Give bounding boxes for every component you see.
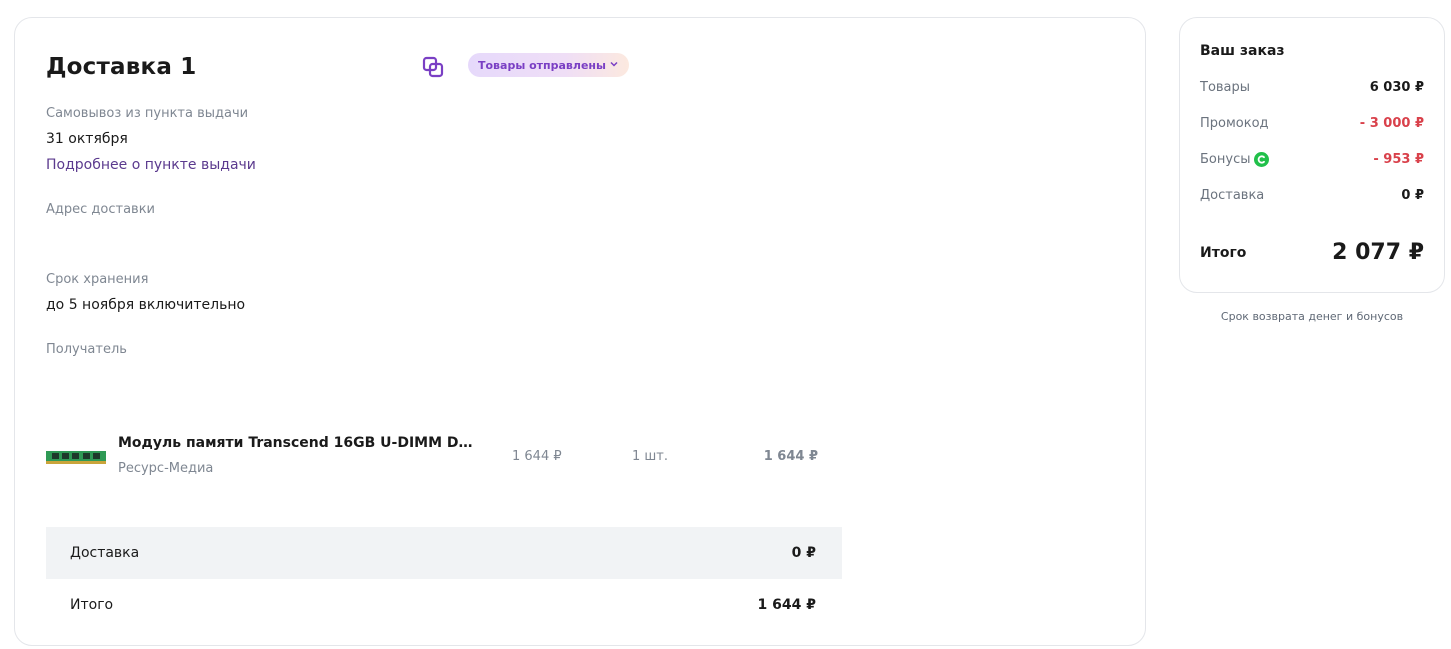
order-total-row: Итого 2 077 ₽ [1200, 240, 1424, 265]
product-image[interactable] [46, 449, 106, 465]
pickup-point-link[interactable]: Подробнее о пункте выдачи [46, 157, 256, 173]
product-sum: 1 644 ₽ [763, 449, 818, 464]
storage-value: до 5 ноября включительно [46, 297, 246, 313]
delivery-cost-label: Доставка [70, 545, 140, 561]
order-title: Ваш заказ [1200, 43, 1285, 59]
order-summary-card: Ваш заказ Товары 6 030 ₽ Промокод - 3 00… [1179, 17, 1445, 293]
storage-label: Срок хранения [46, 272, 149, 287]
delivery-total-label: Итого [70, 597, 114, 613]
order-row-label-wrap: Бонусы [1200, 152, 1270, 167]
order-row-label: Промокод [1200, 116, 1269, 131]
copy-icon[interactable] [421, 55, 445, 79]
product-price: 1 644 ₽ [512, 449, 562, 464]
delivery-total-value: 1 644 ₽ [757, 597, 816, 613]
order-row-value: 0 ₽ [1401, 188, 1424, 203]
address-label: Адрес доставки [46, 202, 156, 217]
order-row-promocode: Промокод - 3 000 ₽ [1200, 116, 1424, 131]
pickup-label: Самовывоз из пункта выдачи [46, 106, 249, 121]
delivery-card: Доставка 1 Товары отправлены Самовывоз и… [14, 17, 1146, 646]
bonus-icon[interactable] [1254, 152, 1270, 167]
product-seller: Ресурс-Медиа [118, 461, 214, 476]
order-row-bonuses: Бонусы - 953 ₽ [1200, 152, 1424, 167]
order-row-value: 6 030 ₽ [1369, 80, 1424, 95]
order-row-label: Товары [1200, 80, 1251, 95]
order-row-value: - 3 000 ₽ [1359, 116, 1424, 131]
status-badge[interactable]: Товары отправлены [468, 53, 629, 77]
chevron-down-icon [609, 59, 619, 72]
order-total-value: 2 077 ₽ [1332, 240, 1424, 265]
order-row-label: Бонусы [1200, 152, 1251, 167]
delivery-total-row: Итого 1 644 ₽ [46, 579, 842, 631]
order-total-label: Итого [1200, 244, 1247, 261]
refund-terms-link[interactable]: Срок возврата денег и бонусов [1179, 310, 1445, 323]
delivery-cost-row: Доставка 0 ₽ [46, 527, 842, 579]
status-badge-label: Товары отправлены [478, 58, 606, 72]
delivery-title: Доставка 1 [46, 54, 197, 80]
product-quantity: 1 шт. [632, 449, 669, 464]
pickup-date: 31 октября [46, 131, 128, 147]
order-row-delivery: Доставка 0 ₽ [1200, 188, 1424, 203]
recipient-label: Получатель [46, 342, 127, 357]
product-name[interactable]: Модуль памяти Transcend 16GB U-DIMM DDR5 [118, 435, 473, 451]
delivery-cost-value: 0 ₽ [791, 545, 816, 561]
order-row-value: - 953 ₽ [1373, 152, 1424, 167]
order-row-goods: Товары 6 030 ₽ [1200, 80, 1424, 95]
order-row-label: Доставка [1200, 188, 1265, 203]
